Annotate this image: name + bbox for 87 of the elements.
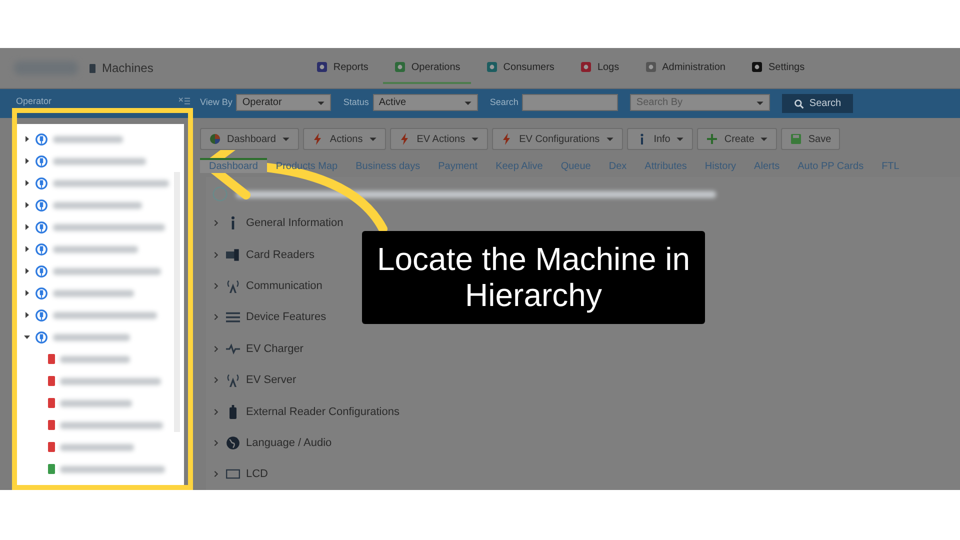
nav-tab[interactable]: Reports — [305, 52, 380, 84]
collapsed-triangle-icon[interactable] — [24, 290, 30, 296]
consumers-icon — [486, 61, 498, 73]
collapsed-triangle-icon[interactable] — [24, 136, 30, 142]
section-row[interactable]: Card Readers — [212, 238, 314, 270]
search-icon — [794, 98, 804, 108]
nav-tab[interactable]: Consumers — [475, 52, 566, 84]
lcd-icon — [226, 467, 240, 482]
operations-icon — [394, 61, 406, 73]
section-row[interactable]: General Information — [212, 207, 344, 239]
plug-icon — [35, 242, 48, 256]
plug-icon — [35, 220, 48, 234]
section-row[interactable]: Device Features — [212, 302, 326, 334]
chevron-right-icon — [212, 470, 220, 478]
section-title: Machines — [102, 61, 154, 75]
blurred-text-drawing — [53, 136, 123, 142]
section-row[interactable]: Communication — [212, 270, 322, 302]
field-label: Status — [343, 96, 369, 107]
status-dropdown[interactable]: Active — [372, 94, 478, 111]
chevron-right-icon — [212, 313, 220, 322]
section-row[interactable]: Language / Audio — [212, 427, 332, 459]
section-row[interactable]: External Reader Configurations — [212, 396, 400, 428]
toolbar-button[interactable]: EV Configurations — [492, 128, 623, 150]
bolt-icon — [398, 133, 411, 145]
chevron-right-icon — [212, 408, 220, 416]
search-button[interactable]: Search — [782, 94, 854, 113]
toolbar-button[interactable]: EV Actions — [390, 128, 488, 150]
antenna-icon — [226, 278, 240, 293]
caret-icon — [756, 98, 764, 106]
nav-tab[interactable]: Operations — [383, 52, 472, 84]
admin-icon — [645, 61, 658, 73]
plug-icon — [35, 132, 48, 146]
nav-tab[interactable]: Administration — [634, 52, 736, 84]
card-reader-icon — [226, 248, 240, 262]
plug-icon — [35, 286, 48, 300]
callout-text: Locate the Machine in Hierarchy — [362, 231, 705, 324]
nav-tab[interactable]: Logs — [569, 52, 630, 84]
plug-icon — [35, 176, 48, 190]
view-by-dropdown[interactable]: Operator — [236, 94, 332, 111]
toolbar-button[interactable]: Dashboard — [200, 128, 299, 150]
pie-chart-icon — [209, 133, 221, 145]
toolbar-button[interactable]: Create — [697, 128, 778, 150]
collapsed-triangle-icon[interactable] — [24, 246, 30, 252]
tab[interactable]: Dashboard — [200, 158, 267, 174]
toolbar-button[interactable]: Save — [781, 128, 840, 150]
bolt-icon — [312, 133, 324, 145]
plug-icon — [35, 154, 48, 168]
sidebar-title: Operator — [16, 96, 52, 107]
field-label: View By — [200, 96, 232, 107]
section-row[interactable]: LCD — [212, 458, 268, 490]
clear-list-icon — [179, 96, 190, 107]
search-field[interactable] — [522, 94, 618, 111]
caret-icon — [464, 98, 472, 106]
field-label: Search — [490, 96, 518, 107]
collapsed-triangle-icon[interactable] — [24, 180, 30, 186]
collapsed-triangle-icon[interactable] — [24, 312, 30, 318]
chevron-right-icon — [212, 344, 220, 353]
circle-icon — [212, 186, 228, 202]
list-icon — [226, 310, 240, 324]
section-row[interactable]: EV Server — [212, 364, 296, 396]
plug-icon — [35, 308, 48, 322]
logs-icon — [580, 61, 592, 73]
plug-icon — [35, 330, 48, 344]
caret-icon — [317, 98, 326, 106]
machine-icon — [88, 64, 97, 72]
blurred-text-drawing — [60, 356, 130, 362]
chevron-right-icon — [212, 438, 220, 447]
plus-icon — [706, 133, 718, 145]
collapsed-triangle-icon[interactable] — [24, 202, 30, 208]
toolbar-button[interactable]: Info — [626, 128, 694, 150]
chevron-right-icon — [212, 219, 220, 228]
globe-icon — [226, 436, 240, 450]
plug-icon — [35, 264, 48, 278]
toolbar-button[interactable]: Actions — [302, 128, 386, 150]
chevron-right-icon — [212, 376, 220, 384]
pulse-icon — [226, 342, 240, 356]
collapsed-triangle-icon[interactable] — [24, 158, 30, 164]
plug-icon — [35, 198, 48, 212]
section-row[interactable]: EV Charger — [212, 333, 304, 364]
chevron-right-icon — [212, 250, 220, 259]
nav-tab[interactable]: Settings — [740, 52, 816, 84]
expanded-triangle-icon[interactable] — [24, 334, 30, 340]
collapsed-triangle-icon[interactable] — [24, 224, 30, 230]
collapsed-triangle-icon[interactable] — [24, 268, 30, 274]
antenna-icon — [226, 373, 240, 388]
blurred-text-drawing — [60, 400, 132, 406]
chevron-right-icon — [212, 282, 220, 290]
